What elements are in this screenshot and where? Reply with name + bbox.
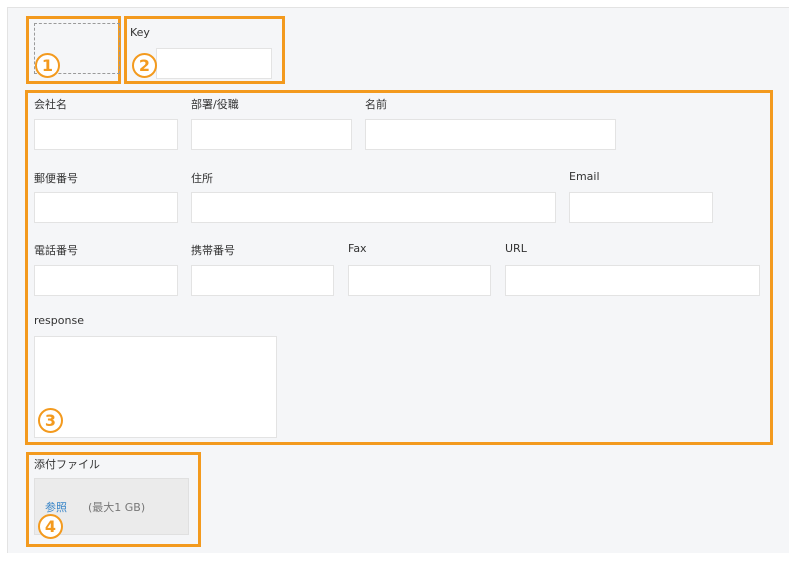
- department-label: 部署/役職: [191, 98, 239, 111]
- response-textarea[interactable]: [34, 336, 277, 438]
- name-input[interactable]: [365, 119, 616, 150]
- postal-label: 郵便番号: [34, 172, 78, 185]
- url-label: URL: [505, 242, 527, 255]
- badge-3: 3: [38, 408, 63, 433]
- company-input[interactable]: [34, 119, 178, 150]
- attachment-label: 添付ファイル: [34, 458, 100, 471]
- name-label: 名前: [365, 98, 387, 111]
- browse-link[interactable]: 参照: [45, 499, 67, 515]
- mobile-label: 携帯番号: [191, 244, 235, 257]
- email-input[interactable]: [569, 192, 713, 223]
- fax-input[interactable]: [348, 265, 491, 296]
- postal-input[interactable]: [34, 192, 178, 223]
- mobile-input[interactable]: [191, 265, 334, 296]
- address-label: 住所: [191, 172, 213, 185]
- email-label: Email: [569, 170, 600, 183]
- phone-input[interactable]: [34, 265, 178, 296]
- address-input[interactable]: [191, 192, 556, 223]
- company-label: 会社名: [34, 98, 67, 111]
- response-label: response: [34, 314, 84, 327]
- badge-4: 4: [38, 514, 63, 539]
- department-input[interactable]: [191, 119, 352, 150]
- key-input[interactable]: [156, 48, 272, 79]
- key-label: Key: [130, 26, 150, 39]
- badge-1: 1: [35, 53, 60, 78]
- phone-label: 電話番号: [34, 244, 78, 257]
- url-input[interactable]: [505, 265, 760, 296]
- badge-2: 2: [132, 53, 157, 78]
- fax-label: Fax: [348, 242, 367, 255]
- max-size-label: (最大1 GB): [88, 501, 146, 514]
